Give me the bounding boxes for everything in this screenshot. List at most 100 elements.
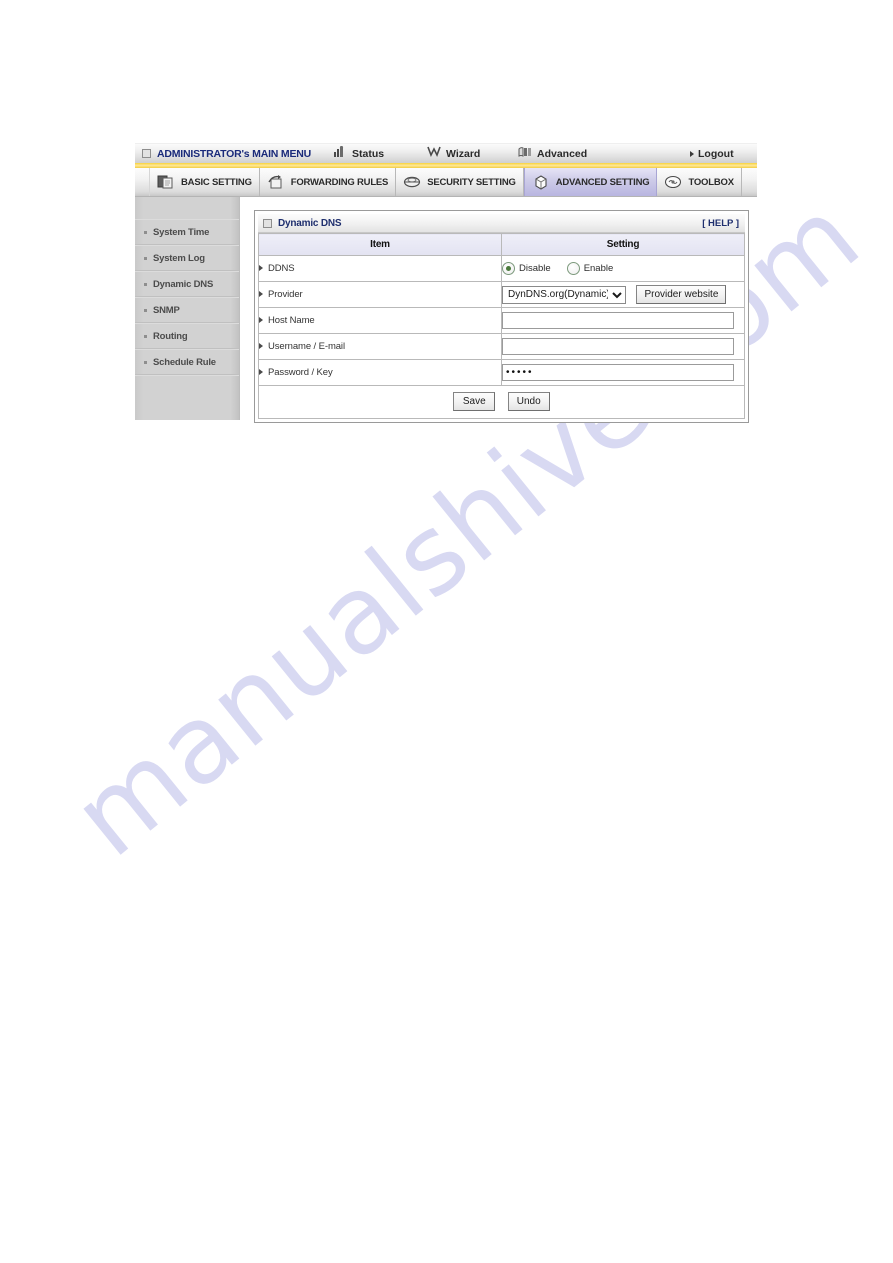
sidebar-item-routing[interactable]: Routing xyxy=(135,323,239,349)
topnav-status[interactable]: Status xyxy=(334,145,385,161)
sidebar-item-schedule-rule[interactable]: Schedule Rule xyxy=(135,349,239,375)
topnav-wizard-label: Wizard xyxy=(446,147,481,160)
wand-icon xyxy=(427,146,441,161)
bullet-icon xyxy=(144,360,147,364)
shield-icon xyxy=(403,174,421,190)
radio-unselected-icon xyxy=(566,262,580,275)
panel-collapse-icon[interactable] xyxy=(263,218,272,228)
sidebar-item-label: Schedule Rule xyxy=(153,356,216,368)
table-row-actions: Save Undo xyxy=(258,385,745,419)
radio-ddns-disable-label: Disable xyxy=(519,263,551,274)
sidebar-item-system-time[interactable]: System Time xyxy=(135,219,239,245)
tab-advanced-setting-label: ADVANCED SETTING xyxy=(555,176,650,188)
top-admin-bar: ADMINISTRATOR's MAIN MENU Status Wizard xyxy=(135,143,757,163)
table-header-row: Item Setting xyxy=(258,233,745,256)
save-button[interactable]: Save xyxy=(453,392,496,412)
admin-title-text: ADMINISTRATOR's MAIN MENU xyxy=(157,147,312,160)
row-label-text: DDNS xyxy=(268,263,295,274)
table-row-ddns: DDNS Disable Enable xyxy=(258,255,745,282)
topnav-logout[interactable]: Logout xyxy=(690,148,734,160)
bullet-icon xyxy=(144,230,147,234)
arrow-right-icon xyxy=(690,150,694,157)
documents-icon xyxy=(157,174,175,190)
tab-basic-setting-label: BASIC SETTING xyxy=(181,176,252,188)
row-value-provider: DynDNS.org(Dynamic) Provider website xyxy=(501,281,745,308)
topnav-status-label: Status xyxy=(352,147,385,160)
provider-website-button[interactable]: Provider website xyxy=(636,285,727,304)
triangle-right-icon xyxy=(259,291,263,298)
page-body: System Time System Log Dynamic DNS SNMP … xyxy=(135,197,757,431)
forward-arrow-icon xyxy=(267,174,285,190)
triangle-right-icon xyxy=(259,343,263,350)
tab-security-setting[interactable]: SECURITY SETTING xyxy=(396,168,524,196)
toolbox-icon xyxy=(664,174,682,190)
bullet-icon xyxy=(144,308,147,312)
sidebar-item-dynamic-dns[interactable]: Dynamic DNS xyxy=(135,271,239,297)
bullet-icon xyxy=(144,282,147,286)
router-admin-ui: ADMINISTRATOR's MAIN MENU Status Wizard xyxy=(135,143,757,431)
left-sidebar: System Time System Log Dynamic DNS SNMP … xyxy=(135,197,240,420)
tab-forwarding-rules-label: FORWARDING RULES xyxy=(290,176,389,188)
table-row-provider: Provider DynDNS.org(Dynamic) Provider we… xyxy=(258,281,745,308)
row-label-ddns: DDNS xyxy=(258,255,502,282)
tab-toolbox-label: TOOLBOX xyxy=(688,176,734,188)
row-value-password xyxy=(501,359,745,386)
row-label-password: Password / Key xyxy=(258,359,502,386)
cube-icon xyxy=(532,174,550,190)
sidebar-item-label: System Log xyxy=(153,252,205,264)
column-header-setting: Setting xyxy=(501,233,745,256)
settings-table: Item Setting DDNS Disable Enable Provide… xyxy=(258,233,745,419)
triangle-right-icon xyxy=(259,317,263,324)
sidebar-item-system-log[interactable]: System Log xyxy=(135,245,239,271)
topnav-advanced-label: Advanced xyxy=(537,147,588,160)
radio-selected-icon xyxy=(502,262,515,275)
host-name-input[interactable] xyxy=(502,311,734,329)
row-label-username: Username / E-mail xyxy=(258,333,502,360)
tab-advanced-setting[interactable]: ADVANCED SETTING xyxy=(523,168,658,196)
radio-ddns-enable[interactable]: Enable xyxy=(566,262,614,275)
signal-bars-icon xyxy=(334,145,347,161)
radio-ddns-enable-label: Enable xyxy=(583,263,614,274)
admin-main-menu[interactable]: ADMINISTRATOR's MAIN MENU xyxy=(135,148,311,160)
undo-button[interactable]: Undo xyxy=(507,392,550,412)
tab-security-setting-label: SECURITY SETTING xyxy=(427,176,516,188)
topnav-logout-label: Logout xyxy=(698,147,734,160)
column-header-item: Item xyxy=(258,233,502,256)
provider-select[interactable]: DynDNS.org(Dynamic) xyxy=(502,285,626,304)
panel-header: Dynamic DNS [ HELP ] xyxy=(258,214,745,233)
tab-basic-setting[interactable]: BASIC SETTING xyxy=(149,168,260,196)
sidebar-item-label: Routing xyxy=(153,330,188,342)
table-row-username: Username / E-mail xyxy=(258,333,745,360)
page-title: Dynamic DNS xyxy=(278,217,342,229)
sidebar-item-label: SNMP xyxy=(153,304,180,316)
topnav-advanced[interactable]: Advanced xyxy=(518,146,587,161)
row-label-host-name: Host Name xyxy=(258,307,502,334)
triangle-right-icon xyxy=(259,265,263,272)
bullet-icon xyxy=(144,256,147,260)
sidebar-item-label: System Time xyxy=(153,226,210,238)
row-label-text: Password / Key xyxy=(268,367,333,378)
bullet-icon xyxy=(144,334,147,338)
row-value-host-name xyxy=(501,307,745,334)
sidebar-item-label: Dynamic DNS xyxy=(153,278,214,290)
main-tab-bar: BASIC SETTING FORWARDING RULES SECURITY … xyxy=(135,168,757,197)
username-email-input[interactable] xyxy=(502,337,734,355)
tab-bar-filler xyxy=(742,168,757,196)
topnav-wizard[interactable]: Wizard xyxy=(427,146,480,161)
radio-ddns-disable[interactable]: Disable xyxy=(502,262,551,275)
row-label-provider: Provider xyxy=(258,281,502,308)
sidebar-item-snmp[interactable]: SNMP xyxy=(135,297,239,323)
main-content: Dynamic DNS [ HELP ] Item Setting DDNS D… xyxy=(240,197,757,431)
row-value-username xyxy=(501,333,745,360)
window-square-icon xyxy=(142,149,151,158)
row-label-text: Username / E-mail xyxy=(268,341,345,352)
book-icon xyxy=(518,146,532,161)
action-button-bar: Save Undo xyxy=(258,385,745,419)
password-key-input[interactable] xyxy=(502,363,734,381)
table-row-password: Password / Key xyxy=(258,359,745,386)
row-label-text: Provider xyxy=(268,289,303,300)
help-link[interactable]: [ HELP ] xyxy=(702,218,739,229)
triangle-right-icon xyxy=(259,369,263,376)
tab-forwarding-rules[interactable]: FORWARDING RULES xyxy=(260,168,397,196)
tab-toolbox[interactable]: TOOLBOX xyxy=(657,168,742,196)
